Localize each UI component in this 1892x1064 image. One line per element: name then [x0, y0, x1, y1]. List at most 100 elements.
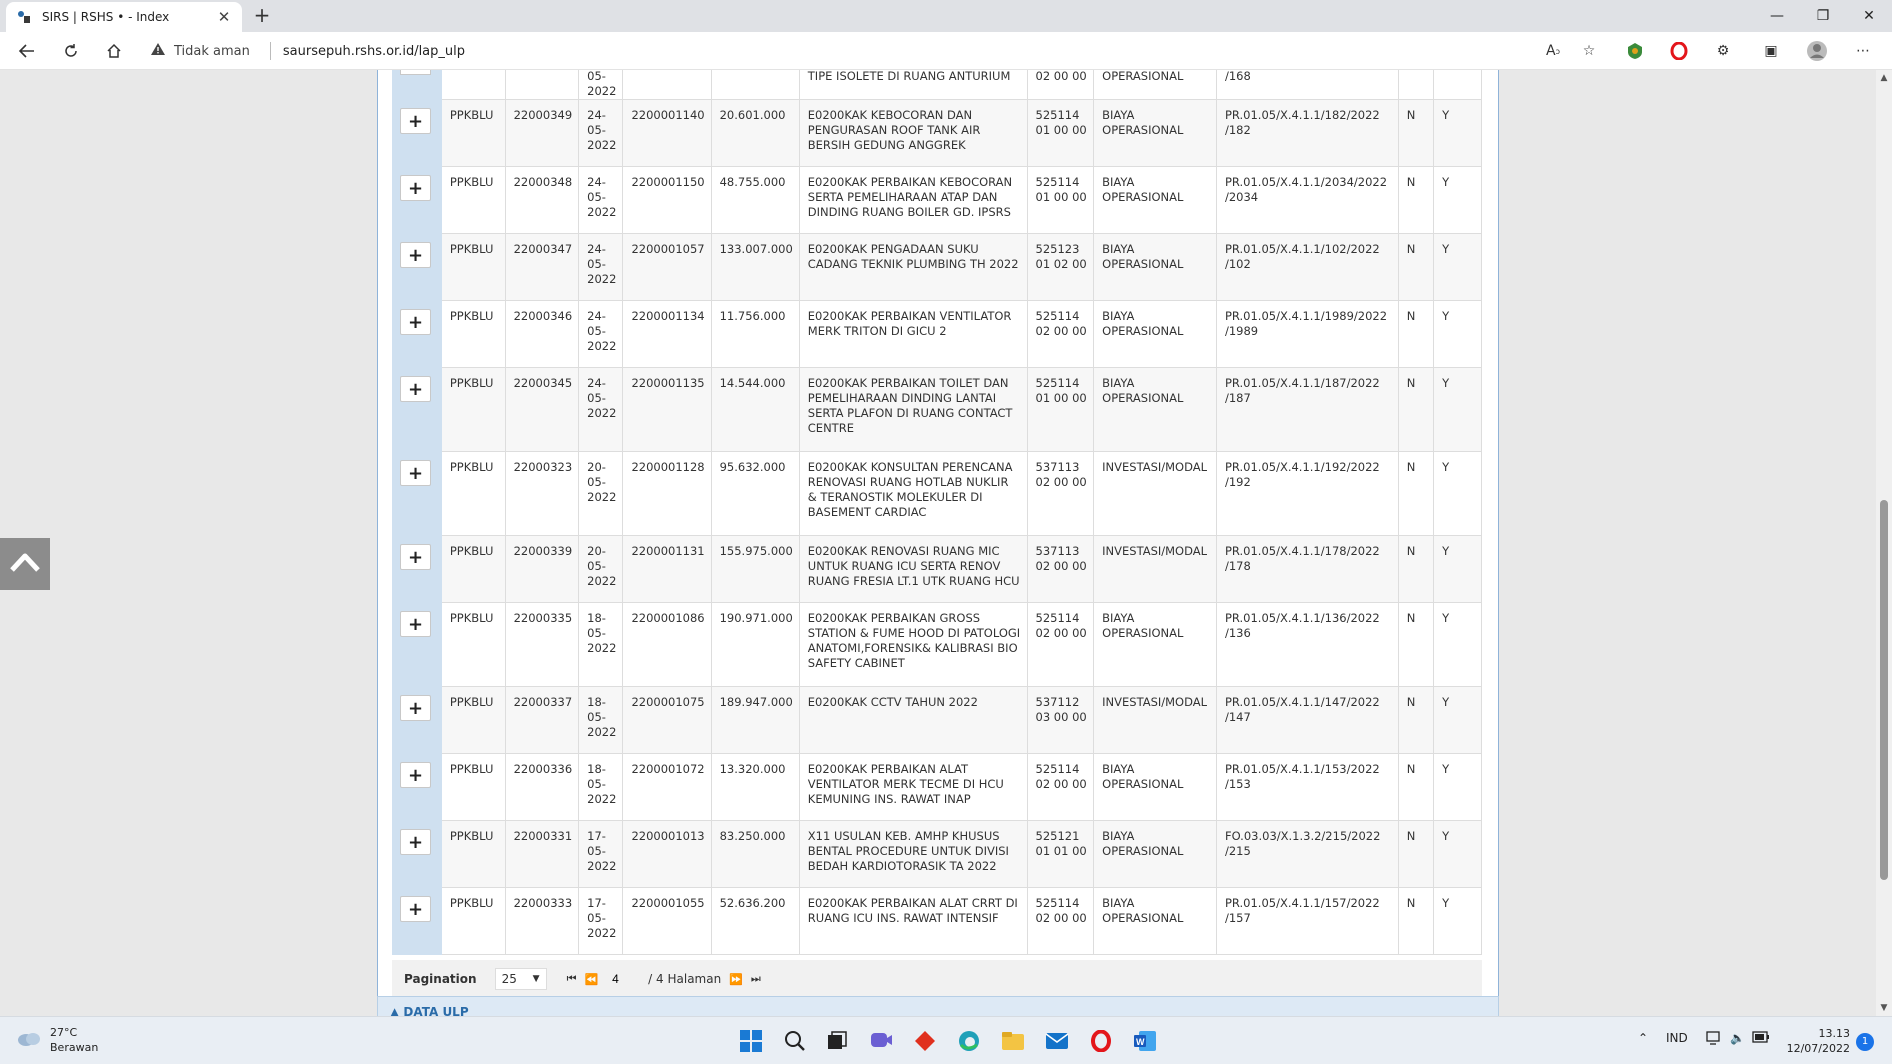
expand-row-button[interactable]: + [400, 309, 431, 335]
data-ulp-panel-header[interactable]: ▲ DATA ULP [377, 996, 1499, 1016]
scroll-thumb[interactable] [1880, 500, 1888, 880]
expand-row-button[interactable]: + [400, 376, 431, 402]
word-icon[interactable]: W [1130, 1026, 1160, 1056]
cell-uraian: E0200KAK PERBAIKAN VENTILATOR MERK TRITO… [798, 300, 1028, 368]
cell-tanggal: 20- 05- 2022 [578, 535, 624, 603]
url-text[interactable]: saursepuh.rshs.or.id/lap_ulp [283, 44, 465, 59]
cell-tanggal: 24- 05- 2022 [578, 233, 624, 301]
expand-row-button[interactable]: + [400, 611, 431, 637]
volume-icon[interactable]: 🔈 [1730, 1031, 1745, 1045]
expand-row-button[interactable]: + [400, 896, 431, 922]
last-page-icon[interactable]: ⏭ [751, 972, 761, 986]
scroll-down-icon[interactable]: ▼ [1876, 1000, 1892, 1016]
security-warning[interactable]: Tidak aman [150, 42, 250, 60]
expand-cell: + [392, 820, 442, 888]
minimize-button[interactable]: — [1754, 0, 1800, 32]
weather-widget[interactable]: 27°C Berawan [16, 1025, 98, 1055]
expand-row-button[interactable]: + [400, 242, 431, 268]
cell-tanggal: 24- 05- 2022 [578, 367, 624, 452]
cell-nilai: 14.544.000 [710, 367, 800, 452]
favorites-add-icon[interactable]: ☆ [1576, 39, 1602, 63]
page-size-select[interactable]: 25 ▼ [494, 968, 547, 990]
page-scrollbar[interactable]: ▲ ▼ [1876, 70, 1892, 1016]
expand-row-button[interactable]: + [400, 108, 431, 134]
notification-badge[interactable]: 1 [1856, 1033, 1874, 1051]
cell-tanggal: 05- 2022 [578, 70, 624, 100]
extension-vpn-icon[interactable] [1622, 39, 1648, 63]
cell-uraian: TIPE ISOLETE DI RUANG ANTURIUM [798, 70, 1028, 100]
cell-jenis: BIAYA OPERASIONAL [1093, 300, 1217, 368]
app-red-diamond-icon[interactable] [910, 1026, 940, 1056]
first-page-icon[interactable]: ⏮ [567, 972, 577, 986]
prev-page-icon[interactable]: ⏪ [584, 973, 598, 986]
extensions-icon[interactable]: ⚙ [1710, 39, 1736, 63]
cell-sumber: PPKBLU [440, 233, 506, 301]
task-view-icon[interactable] [822, 1026, 852, 1056]
home-icon[interactable] [101, 39, 127, 63]
current-page-input[interactable] [608, 968, 643, 990]
tray-overflow-icon[interactable]: ⌃ [1638, 1031, 1648, 1045]
cell-no [504, 70, 580, 100]
os-taskbar: 27°C Berawan W ⌃ IND 🔈 13.13 12/07/2022 … [0, 1016, 1892, 1064]
cell-flag-1: N [1397, 602, 1435, 687]
cell-nomor: PR.01.05/X.4.1.1/136/2022 /136 [1215, 602, 1399, 687]
edge-browser-icon[interactable] [954, 1026, 984, 1056]
cell-flag-2: Y [1433, 300, 1482, 368]
cell-uraian: E0200KAK PERBAIKAN ALAT CRRT DI RUANG IC… [798, 887, 1028, 955]
expand-row-button[interactable]: + [400, 762, 431, 788]
cell-akun: 525114 02 00 00 [1026, 753, 1095, 821]
cell-tanggal: 20- 05- 2022 [578, 451, 624, 536]
cell-nilai: 48.755.000 [710, 166, 800, 234]
expand-cell: + [392, 300, 442, 368]
expand-row-button[interactable]: + [400, 175, 431, 201]
cell-kode: 2200001131 [622, 535, 712, 603]
battery-icon[interactable] [1752, 1031, 1770, 1046]
expand-cell: + [392, 887, 442, 955]
chat-icon[interactable] [866, 1026, 896, 1056]
tab-close-icon[interactable]: ✕ [216, 8, 232, 26]
read-aloud-icon[interactable]: Aↄ [1540, 39, 1566, 63]
new-tab-button[interactable]: + [250, 4, 274, 28]
expand-row-button[interactable]: + [400, 460, 431, 486]
cell-nomor: PR.01.05/X.4.1.1/187/2022 /187 [1215, 367, 1399, 452]
profile-avatar-icon[interactable] [1804, 39, 1830, 63]
next-page-icon[interactable]: ⏩ [729, 973, 743, 986]
page-total-label: / 4 Halaman [648, 972, 722, 986]
browser-tab-active[interactable]: SIRS | RSHS • - Index ✕ [6, 2, 242, 32]
cell-akun: 537113 02 00 00 [1026, 451, 1095, 536]
language-indicator[interactable]: IND [1666, 1031, 1688, 1045]
cell-no: 22000346 [504, 300, 580, 368]
collections-icon[interactable]: ▣ [1758, 39, 1784, 63]
warning-icon [150, 42, 166, 60]
settings-menu-icon[interactable]: ⋯ [1850, 39, 1876, 63]
cell-flag-2: Y [1433, 602, 1482, 687]
table-row: + PPKBLU 22000349 24- 05- 2022 2200001140 20.… [392, 99, 1482, 167]
svg-text:W: W [1136, 1037, 1145, 1047]
windows-start-icon[interactable] [736, 1026, 766, 1056]
expand-row-button[interactable]: + [400, 829, 431, 855]
restore-button[interactable]: ❐ [1800, 0, 1846, 32]
back-to-top-button[interactable] [0, 538, 50, 590]
cell-sumber: PPKBLU [440, 820, 506, 888]
refresh-icon[interactable] [58, 39, 84, 63]
network-icon[interactable] [1706, 1031, 1722, 1048]
expand-row-button[interactable]: + [400, 695, 431, 721]
cell-akun: 525123 01 02 00 [1026, 233, 1095, 301]
cell-sumber: PPKBLU [440, 99, 506, 167]
close-window-button[interactable]: ✕ [1846, 0, 1892, 32]
address-bar[interactable]: Tidak aman saursepuh.rshs.or.id/lap_ulp [150, 37, 1570, 65]
cell-uraian: E0200KAK PERBAIKAN GROSS STATION & FUME … [798, 602, 1028, 687]
cell-flag-2: Y [1433, 686, 1482, 754]
clock-date: 12/07/2022 [1786, 1042, 1850, 1055]
system-clock[interactable]: 13.13 12/07/2022 [1770, 1026, 1850, 1056]
opera-extension-icon[interactable] [1666, 39, 1692, 63]
cell-flag-2: Y [1433, 451, 1482, 536]
search-icon[interactable] [780, 1026, 810, 1056]
opera-browser-icon[interactable] [1086, 1026, 1116, 1056]
mail-icon[interactable] [1042, 1026, 1072, 1056]
expand-row-button[interactable]: + [400, 544, 431, 570]
scroll-up-icon[interactable]: ▲ [1876, 70, 1892, 86]
back-icon[interactable] [14, 39, 40, 63]
cloud-icon [16, 1029, 42, 1051]
file-explorer-icon[interactable] [998, 1026, 1028, 1056]
